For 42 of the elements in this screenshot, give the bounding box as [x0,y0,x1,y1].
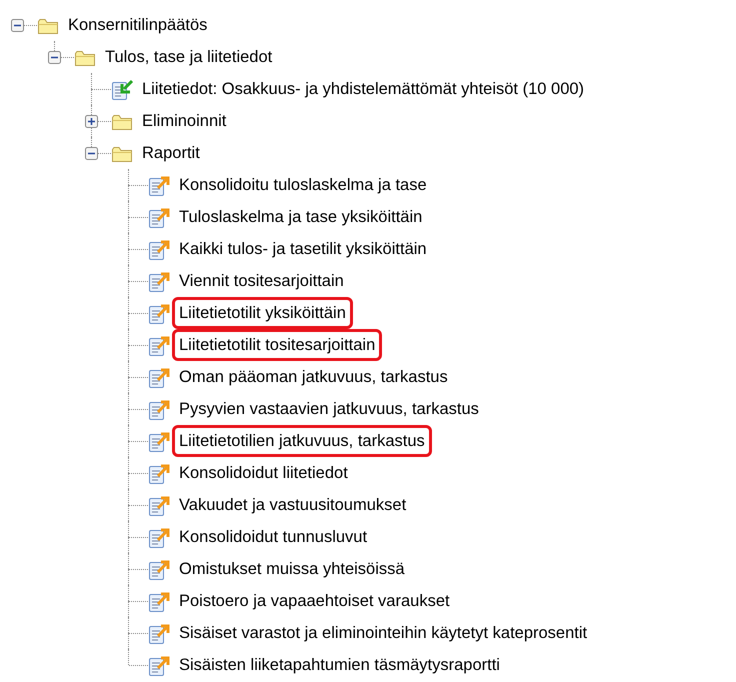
tree-item-label[interactable]: Liitetietotilit tositesarjoittain [172,328,382,362]
report-document-icon[interactable] [148,494,170,516]
report-document-icon[interactable] [148,174,170,196]
report-document-icon[interactable] [148,366,170,388]
tree-item-label[interactable]: Konsolidoidut tunnusluvut [172,520,374,554]
report-document-icon[interactable] [148,558,170,580]
tree-item-label[interactable]: Konsolidoitu tuloslaskelma ja tase [172,168,434,202]
tree-item-label[interactable]: Kaikki tulos- ja tasetilit yksiköittäin [172,232,434,266]
report-document-icon[interactable] [148,238,170,260]
report-document-icon[interactable] [148,590,170,612]
tree-item-label[interactable]: Poistoero ja vapaaehtoiset varaukset [172,584,457,618]
tree-item-label[interactable]: Vakuudet ja vastuusitoumukset [172,488,414,522]
report-document-icon[interactable] [148,622,170,644]
collapse-icon[interactable] [11,19,24,32]
tree-item-label[interactable]: Konsernitilinpäätös [61,8,214,42]
tree-item-label[interactable]: Oman pääoman jatkuvuus, tarkastus [172,360,455,394]
expand-icon[interactable] [85,115,98,128]
report-document-icon[interactable] [148,654,170,676]
tree-item-label[interactable]: Tuloslaskelma ja tase yksiköittäin [172,200,430,234]
report-document-icon[interactable] [148,398,170,420]
tree-item-label[interactable]: Sisäiset varastot ja eliminointeihin käytetyt kateprosentit [172,616,594,650]
report-document-icon[interactable] [148,206,170,228]
tree-item-label[interactable]: Eliminoinnit [135,104,234,138]
tree-item-label[interactable]: Viennit tositesarjoittain [172,264,351,298]
tree-item-label[interactable]: Liitetietotilit yksiköittäin [172,296,353,330]
collapse-icon[interactable] [48,51,61,64]
tree-item-label[interactable]: Konsolidoidut liitetiedot [172,456,355,490]
tree-item-label[interactable]: Liitetiedot: Osakkuus- ja yhdistelemättömät yhteisöt (10 000) [135,72,592,106]
report-document-icon[interactable] [148,302,170,324]
report-document-icon[interactable] [148,334,170,356]
tree-item-label[interactable]: Raportit [135,136,207,170]
report-document-icon[interactable] [148,430,170,452]
report-document-icon[interactable] [148,526,170,548]
collapse-icon[interactable] [85,147,98,160]
tree-item-label[interactable]: Sisäisten liiketapahtumien täsmäytysraportti [172,648,507,682]
tree-item-label[interactable]: Omistukset muissa yhteisöissä [172,552,412,586]
tree-item-label[interactable]: Liitetietotilien jatkuvuus, tarkastus [172,424,432,458]
report-document-icon[interactable] [148,270,170,292]
import-document-icon[interactable] [111,78,133,100]
tree-item-label[interactable]: Tulos, tase ja liitetiedot [98,40,280,74]
tree-item-label[interactable]: Pysyvien vastaavien jatkuvuus, tarkastus [172,392,486,426]
report-document-icon[interactable] [148,462,170,484]
